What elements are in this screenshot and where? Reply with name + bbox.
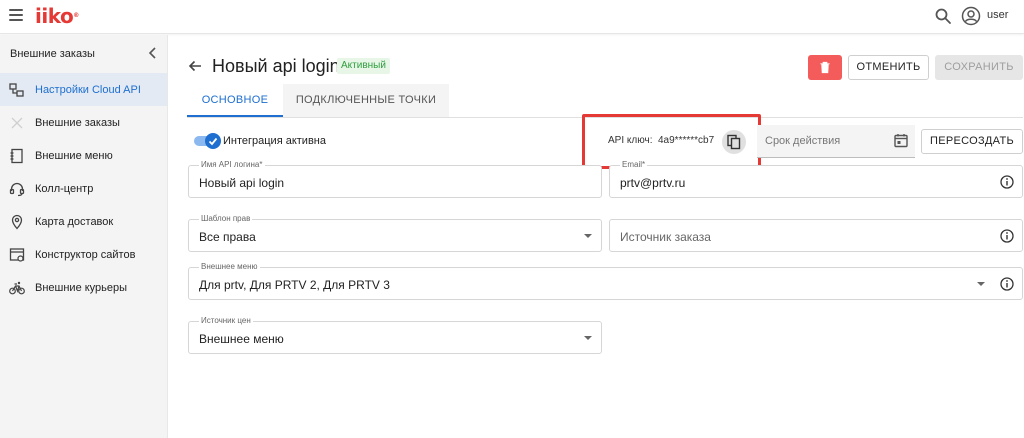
bicycle-icon	[9, 281, 25, 295]
sidebar-item-external-couriers[interactable]: Внешние курьеры	[0, 271, 167, 304]
sidebar-item-label: Колл-центр	[35, 183, 94, 195]
logo-text: iiko	[35, 4, 74, 28]
sidebar-item-label: Внешние заказы	[35, 117, 120, 129]
status-badge: Активный	[337, 58, 390, 74]
info-icon[interactable]	[1000, 277, 1014, 291]
chevron-down-icon	[977, 282, 985, 286]
site-builder-icon	[9, 248, 25, 262]
field-label: Источник цен	[199, 316, 253, 325]
check-icon	[208, 137, 218, 146]
chevron-left-icon[interactable]	[146, 46, 160, 60]
cloud-settings-icon	[9, 83, 24, 97]
sidebar-item-external-orders[interactable]: Внешние заказы	[0, 106, 167, 139]
field-label: Email*	[620, 160, 648, 169]
top-bar: iiko® user	[0, 0, 1024, 34]
sidebar-item-label: Конструктор сайтов	[35, 249, 136, 261]
chevron-down-icon	[584, 234, 592, 238]
field-value: Для prtv, Для PRTV 2, Для PRTV 3	[199, 278, 390, 292]
sidebar-item-cloud-api-settings[interactable]: Настройки Cloud API	[0, 73, 167, 106]
info-icon[interactable]	[1000, 229, 1014, 243]
tab-connected-points[interactable]: ПОДКЛЮЧЕННЫЕ ТОЧКИ	[283, 84, 449, 117]
price-source-select[interactable]: Источник цен Внешнее меню	[188, 316, 602, 354]
user-name[interactable]: user	[987, 9, 1008, 21]
sidebar-item-label: Настройки Cloud API	[35, 84, 141, 96]
sidebar-item-delivery-map[interactable]: Карта доставок	[0, 205, 167, 238]
integration-toggle[interactable]	[194, 133, 221, 149]
sidebar: Внешние заказы Настройки Cloud API Внешн…	[0, 35, 168, 438]
trash-icon	[820, 61, 830, 74]
field-label: Внешнее меню	[199, 262, 260, 271]
cancel-button[interactable]: ОТМЕНИТЬ	[848, 55, 929, 80]
account-icon[interactable]	[961, 6, 981, 26]
field-value: Все права	[199, 230, 256, 244]
field-value: prtv@prtv.ru	[620, 176, 686, 190]
field-label: Шаблон прав	[199, 214, 253, 223]
integration-label: Интеграция активна	[223, 135, 326, 147]
field-placeholder: Источник заказа	[620, 230, 711, 244]
info-icon[interactable]	[1000, 175, 1014, 189]
menu-icon[interactable]	[9, 9, 23, 21]
regenerate-button[interactable]: ПЕРЕСОЗДАТЬ	[921, 129, 1023, 154]
highlight-annotation	[582, 114, 761, 169]
tab-bar: ОСНОВНОЕ ПОДКЛЮЧЕННЫЕ ТОЧКИ	[187, 84, 449, 117]
field-label: Имя API логина*	[199, 160, 265, 169]
rights-template-select[interactable]: Шаблон прав Все права	[188, 214, 602, 252]
external-menu-select[interactable]: Внешнее меню Для prtv, Для PRTV 2, Для P…	[188, 262, 1023, 300]
email-field[interactable]: Email* prtv@prtv.ru	[609, 160, 1023, 198]
sidebar-header: Внешние заказы	[0, 35, 168, 73]
api-login-name-field[interactable]: Имя API логина* Новый api login	[188, 160, 602, 198]
page-title: Новый api login	[212, 56, 340, 76]
sidebar-item-site-builder[interactable]: Конструктор сайтов	[0, 238, 167, 271]
expiry-placeholder: Срок действия	[765, 135, 841, 147]
tab-general[interactable]: ОСНОВНОЕ	[187, 84, 283, 117]
expiry-date-field[interactable]: Срок действия	[757, 125, 915, 158]
sidebar-item-label: Внешние меню	[35, 150, 113, 162]
headset-icon	[9, 182, 25, 197]
map-pin-icon	[11, 214, 23, 230]
field-value: Внешнее меню	[199, 332, 284, 346]
sidebar-title: Внешние заказы	[10, 48, 95, 60]
save-button[interactable]: СОХРАНИТЬ	[935, 55, 1023, 80]
sidebar-item-call-center[interactable]: Колл-центр	[0, 172, 167, 205]
calendar-icon[interactable]	[894, 133, 908, 148]
chevron-down-icon	[584, 336, 592, 340]
menu-book-icon	[10, 148, 23, 164]
sidebar-item-label: Карта доставок	[35, 216, 114, 228]
logo: iiko®	[35, 4, 79, 28]
delete-button[interactable]	[808, 55, 842, 80]
external-orders-icon	[11, 117, 23, 129]
sidebar-item-external-menus[interactable]: Внешние меню	[0, 139, 167, 172]
arrow-back-icon[interactable]	[187, 58, 203, 74]
search-icon[interactable]	[934, 7, 952, 25]
order-source-field[interactable]: Источник заказа	[609, 219, 1023, 252]
sidebar-item-label: Внешние курьеры	[35, 282, 128, 294]
field-value: Новый api login	[199, 176, 285, 190]
